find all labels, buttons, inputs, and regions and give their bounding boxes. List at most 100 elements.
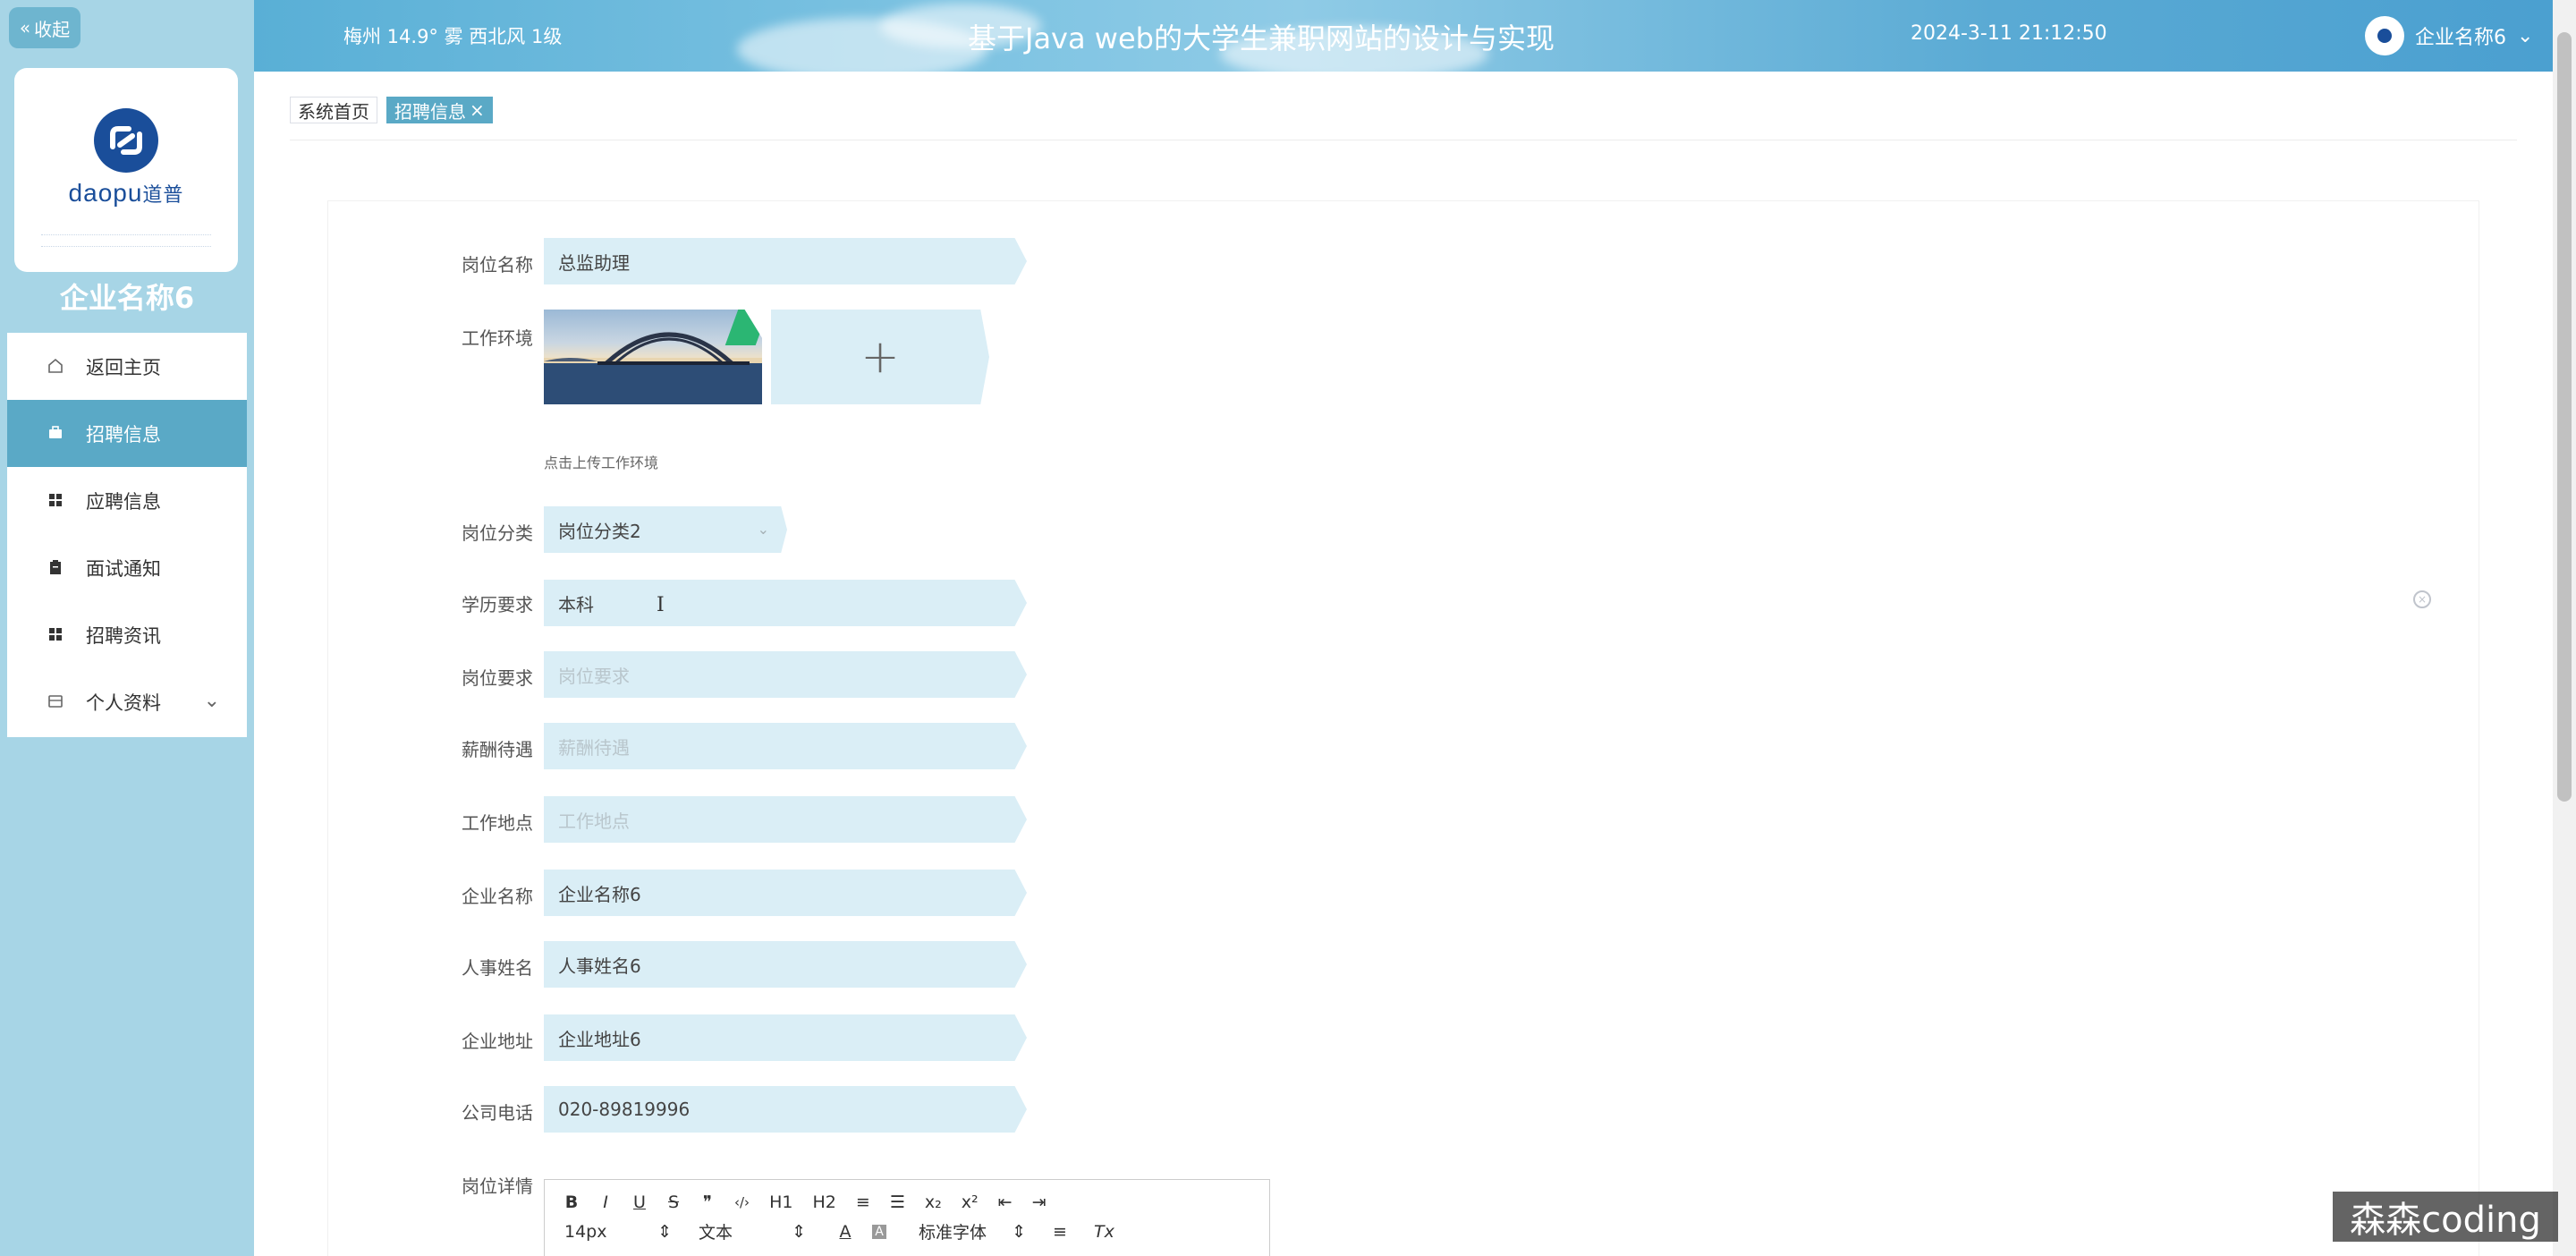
job-category-select[interactable]: 岗位分类2 ⌄ [544,506,787,553]
sidebar-item-interviews[interactable]: 面试通知 [7,534,247,601]
work-env-label: 工作环境 [462,327,533,349]
sidebar-item-label: 招聘信息 [86,423,161,446]
bold-button[interactable]: B [564,1192,579,1212]
sidebar-menu: 返回主页 招聘信息 应聘信息 面试通知 招聘资讯 个人资料 ⌄ [7,333,247,737]
sidebar-item-label: 返回主页 [86,356,161,378]
logo-card: daopu道普 [14,68,238,272]
avatar [2365,16,2404,55]
work-location-input[interactable]: 工作地点 [544,796,1027,843]
user-name: 企业名称6 [2415,27,2506,49]
top-header: 梅州 14.9° 雾 西北风 1级 基于Java web的大学生兼职网站的设计与… [254,0,2576,72]
collapse-button[interactable]: « 收起 [9,7,80,48]
logo-wordmark: daopu道普 [69,179,184,208]
video-watermark: 森森coding [2333,1192,2558,1242]
strike-button[interactable]: S [666,1192,681,1212]
sidebar-item-applications[interactable]: 应聘信息 [7,467,247,534]
card-icon [48,695,63,708]
job-requirements-input[interactable]: 岗位要求 [544,651,1027,698]
work-location-label: 工作地点 [462,812,533,834]
logo-brand-cn-text: 道普 [142,183,184,206]
company-phone-label: 公司电话 [462,1102,533,1124]
font-color-icon[interactable]: A [838,1222,852,1242]
scrollbar-thumb[interactable] [2557,32,2572,802]
site-title: 基于Java web的大学生兼职网站的设计与实现 [968,21,1555,55]
user-menu[interactable]: 企业名称6 ⌄ [2365,16,2533,55]
sidebar-item-profile[interactable]: 个人资料 ⌄ [7,668,247,735]
text-cursor-icon: I [657,594,665,616]
company-address-label: 企业地址 [462,1031,533,1052]
upload-hint: 点击上传工作环境 [544,454,659,471]
background-color-icon[interactable]: A [872,1224,886,1239]
collapse-label: 收起 [34,18,71,40]
heading1-button[interactable]: H1 [769,1192,792,1212]
chevron-down-icon: ⌄ [203,690,220,712]
heading2-button[interactable]: H2 [812,1192,835,1212]
rich-text-editor[interactable]: B I U S ❞ ‹/› H1 H2 ≡ ☰ x₂ x² ⇤ ⇥ 14px ⇕… [544,1179,1270,1256]
sidebar-item-label: 应聘信息 [86,490,161,513]
blockquote-button[interactable]: ❞ [700,1192,715,1212]
clipboard-icon [50,560,61,574]
bullet-list-button[interactable]: ☰ [890,1192,905,1212]
superscript-button[interactable]: x² [962,1192,979,1212]
clear-format-icon[interactable]: Tx [1094,1222,1114,1242]
sidebar-item-label: 面试通知 [86,557,161,580]
job-name-label: 岗位名称 [462,254,533,276]
clear-icon[interactable]: × [2413,590,2431,608]
sidebar: « 收起 daopu道普 企业名称6 返回主页 招聘信息 应聘信息 面试通知 招… [0,0,254,1256]
select-arrows-icon: ⇕ [657,1221,672,1242]
grid-icon [49,494,62,506]
company-phone-input[interactable]: 020-89819996 [544,1086,1027,1133]
editor-toolbar-row-1: B I U S ❞ ‹/› H1 H2 ≡ ☰ x₂ x² ⇤ ⇥ [564,1192,1046,1212]
tab-home[interactable]: 系统首页 [290,97,377,123]
salary-input[interactable]: 薪酬待遇 [544,723,1027,769]
company-address-input[interactable]: 企业地址6 [544,1014,1027,1061]
sidebar-item-label: 招聘资讯 [86,624,161,647]
code-block-button[interactable]: ‹/› [734,1194,750,1210]
ordered-list-button[interactable]: ≡ [856,1192,870,1212]
indent-button[interactable]: ⇥ [1032,1192,1046,1212]
briefcase-icon [49,426,62,438]
font-size-select[interactable]: 14px ⇕ [564,1222,672,1242]
tab-label: 招聘信息 [394,100,466,123]
work-env-photo[interactable] [544,310,762,404]
select-arrows-icon: ⇕ [1012,1221,1026,1242]
font-family-select[interactable]: 标准字体 ⇕ [919,1219,1026,1243]
sidebar-item-news[interactable]: 招聘资讯 [7,601,247,668]
education-label: 学历要求 [462,594,533,615]
home-icon [48,358,63,373]
editor-toolbar-row-2: 14px ⇕ 文本 ⇕ A A 标准字体 ⇕ ≡ Tx [564,1219,1114,1243]
job-category-label: 岗位分类 [462,522,533,544]
company-title: 企业名称6 [59,281,195,315]
logo-fine-print [41,234,211,247]
select-value: 岗位分类2 [558,520,641,542]
subscript-button[interactable]: x₂ [925,1192,942,1212]
sidebar-item-recruitment[interactable]: 招聘信息 [7,400,247,467]
text-type-select[interactable]: 文本 ⇕ [699,1219,806,1243]
bridge-photo-image [544,332,762,404]
chevron-down-icon: ⌄ [2517,24,2534,47]
align-icon[interactable]: ≡ [1053,1222,1067,1242]
hr-name-label: 人事姓名 [462,957,533,979]
underline-button[interactable]: U [632,1192,647,1212]
italic-button[interactable]: I [598,1192,613,1212]
company-name-input[interactable]: 企业名称6 [544,870,1027,916]
company-name-label: 企业名称 [462,886,533,907]
font-size-value: 14px [564,1221,607,1242]
close-icon[interactable]: × [470,99,485,121]
sidebar-item-label: 个人资料 [86,692,161,714]
education-input[interactable]: 本科 [544,580,1027,626]
hr-name-input[interactable]: 人事姓名6 [544,941,1027,988]
job-requirements-label: 岗位要求 [462,667,533,689]
daopu-logo-icon [94,108,158,173]
current-datetime: 2024-3-11 21:12:50 [1911,22,2107,45]
logo-brand-text: daopu [68,179,143,207]
sidebar-item-home[interactable]: 返回主页 [7,333,247,400]
upload-image-button[interactable]: + [771,310,989,404]
tab-label: 系统首页 [298,100,369,123]
grid-icon [49,628,62,641]
outdent-button[interactable]: ⇤ [998,1192,1013,1212]
tab-recruitment[interactable]: 招聘信息 × [386,97,493,123]
page-scrollbar[interactable] [2553,0,2576,1256]
job-name-input[interactable]: 总监助理 [544,238,1027,284]
chevron-down-icon: ⌄ [757,521,769,538]
